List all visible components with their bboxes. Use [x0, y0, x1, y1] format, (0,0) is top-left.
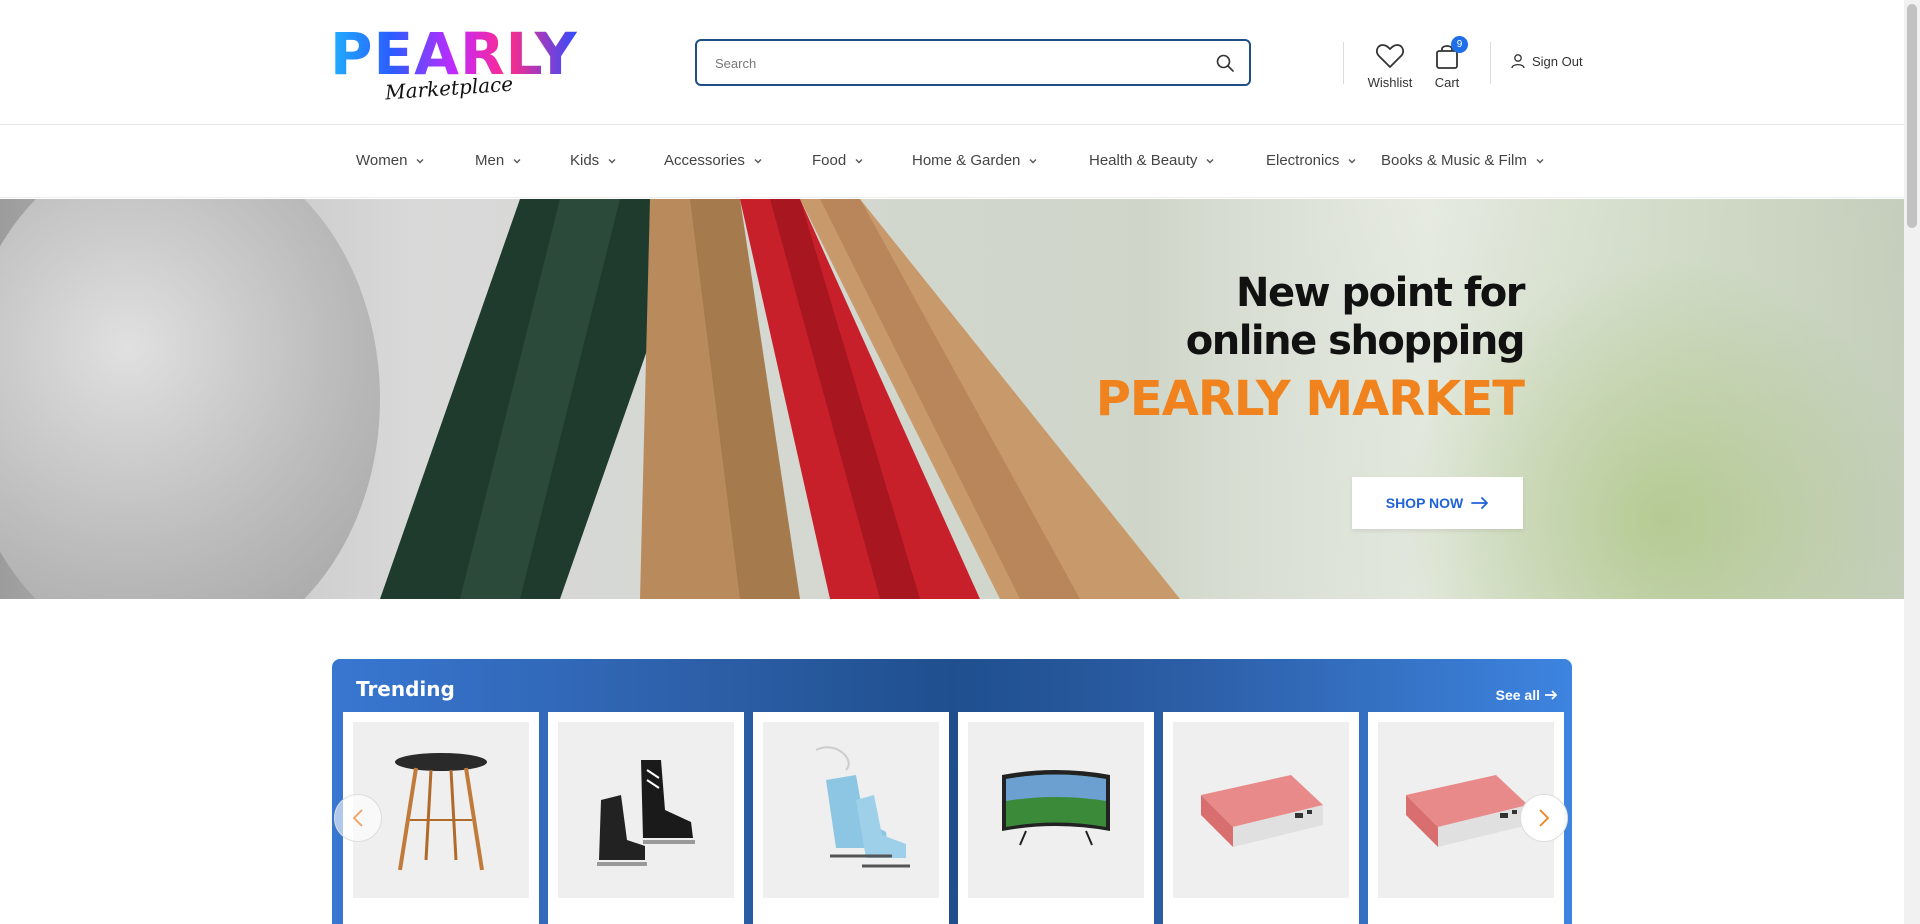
nav-item-label: Electronics [1266, 152, 1340, 169]
product-card[interactable] [548, 712, 744, 924]
carousel-next-button[interactable] [1520, 794, 1568, 842]
nav-item-food[interactable]: Food [812, 152, 864, 169]
nav-item-label: Kids [570, 152, 600, 169]
nav-item-label: Accessories [664, 152, 745, 169]
shopping-bags-image [380, 199, 1180, 599]
cart-count-badge: 9 [1451, 36, 1468, 53]
hero-headline-line1: New point for [1236, 270, 1525, 316]
user-icon [1511, 54, 1525, 69]
arrow-right-icon [1471, 497, 1489, 509]
shop-now-label: SHOP NOW [1385, 495, 1464, 511]
see-all-label: See all [1495, 687, 1540, 703]
cart-label: Cart [1434, 75, 1460, 90]
category-nav: Women Men Kids Accessories Food Home & G… [0, 126, 1904, 198]
power-bank-icon [1173, 722, 1349, 898]
scrollbar-thumb[interactable] [1907, 4, 1917, 228]
nav-item-label: Men [475, 152, 505, 169]
arrow-right-icon [1545, 690, 1558, 700]
hero-brand-text: PEARLY MARKET [1095, 371, 1525, 427]
header-divider [1343, 42, 1344, 84]
hero-banner: New point for online shopping PEARLY MAR… [0, 199, 1904, 599]
hero-headline: New point for online shopping [1185, 269, 1526, 365]
search-input[interactable] [715, 53, 1195, 73]
ice-skates-icon [763, 722, 939, 898]
nav-item-health-beauty[interactable]: Health & Beauty [1089, 152, 1215, 169]
heart-icon [1376, 44, 1404, 68]
sign-out-label: Sign Out [1532, 53, 1583, 69]
nav-item-accessories[interactable]: Accessories [664, 152, 763, 169]
search-icon[interactable] [1215, 53, 1235, 73]
chevron-down-icon [1536, 158, 1544, 163]
nav-item-label: Women [356, 152, 408, 169]
chevron-down-icon [1206, 158, 1214, 163]
chevron-down-icon [754, 158, 762, 163]
nav-item-label: Books & Music & Film [1381, 152, 1527, 169]
nav-item-label: Home & Garden [912, 152, 1021, 169]
product-card[interactable] [753, 712, 949, 924]
see-all-link[interactable]: See all [1496, 687, 1558, 703]
nav-item-home-garden[interactable]: Home & Garden [912, 152, 1038, 169]
section-title: Trending [356, 677, 455, 701]
curved-tv-icon [968, 722, 1144, 898]
nav-item-kids[interactable]: Kids [570, 152, 617, 169]
chevron-down-icon [855, 158, 863, 163]
product-card[interactable] [958, 712, 1154, 924]
chevron-down-icon [416, 158, 424, 163]
cart-button[interactable]: 9 Cart [1425, 36, 1469, 90]
nav-item-label: Food [812, 152, 847, 169]
carousel-prev-button[interactable] [334, 794, 382, 842]
nav-item-electronics[interactable]: Electronics [1266, 152, 1357, 169]
wishlist-label: Wishlist [1367, 75, 1413, 90]
site-header: PEARLY Marketplace Wishlist 9 Cart Sign … [0, 0, 1904, 125]
nav-item-women[interactable]: Women [356, 152, 425, 169]
sign-out-link[interactable]: Sign Out [1510, 53, 1583, 69]
wishlist-button[interactable]: Wishlist [1366, 42, 1414, 90]
nav-item-label: Health & Beauty [1089, 152, 1198, 169]
page-scrollbar[interactable] [1904, 0, 1920, 924]
hero-headline-line2: online shopping [1185, 318, 1526, 364]
chevron-left-icon [352, 809, 363, 827]
header-divider [1490, 42, 1491, 84]
nav-item-men[interactable]: Men [475, 152, 522, 169]
chevron-down-icon [1029, 158, 1037, 163]
chevron-down-icon [1348, 158, 1356, 163]
hockey-skates-icon [558, 722, 734, 898]
search-box [695, 39, 1251, 86]
pearly-logo[interactable]: PEARLY Marketplace [330, 24, 577, 108]
chevron-down-icon [513, 158, 521, 163]
product-card[interactable] [1163, 712, 1359, 924]
nav-item-books-music-film[interactable]: Books & Music & Film [1381, 152, 1545, 169]
chevron-down-icon [608, 158, 616, 163]
chevron-right-icon [1539, 809, 1550, 827]
trending-section: Trending See all [332, 659, 1572, 924]
page: PEARLY Marketplace Wishlist 9 Cart Sign … [0, 0, 1920, 924]
shop-now-button[interactable]: SHOP NOW [1352, 477, 1523, 529]
